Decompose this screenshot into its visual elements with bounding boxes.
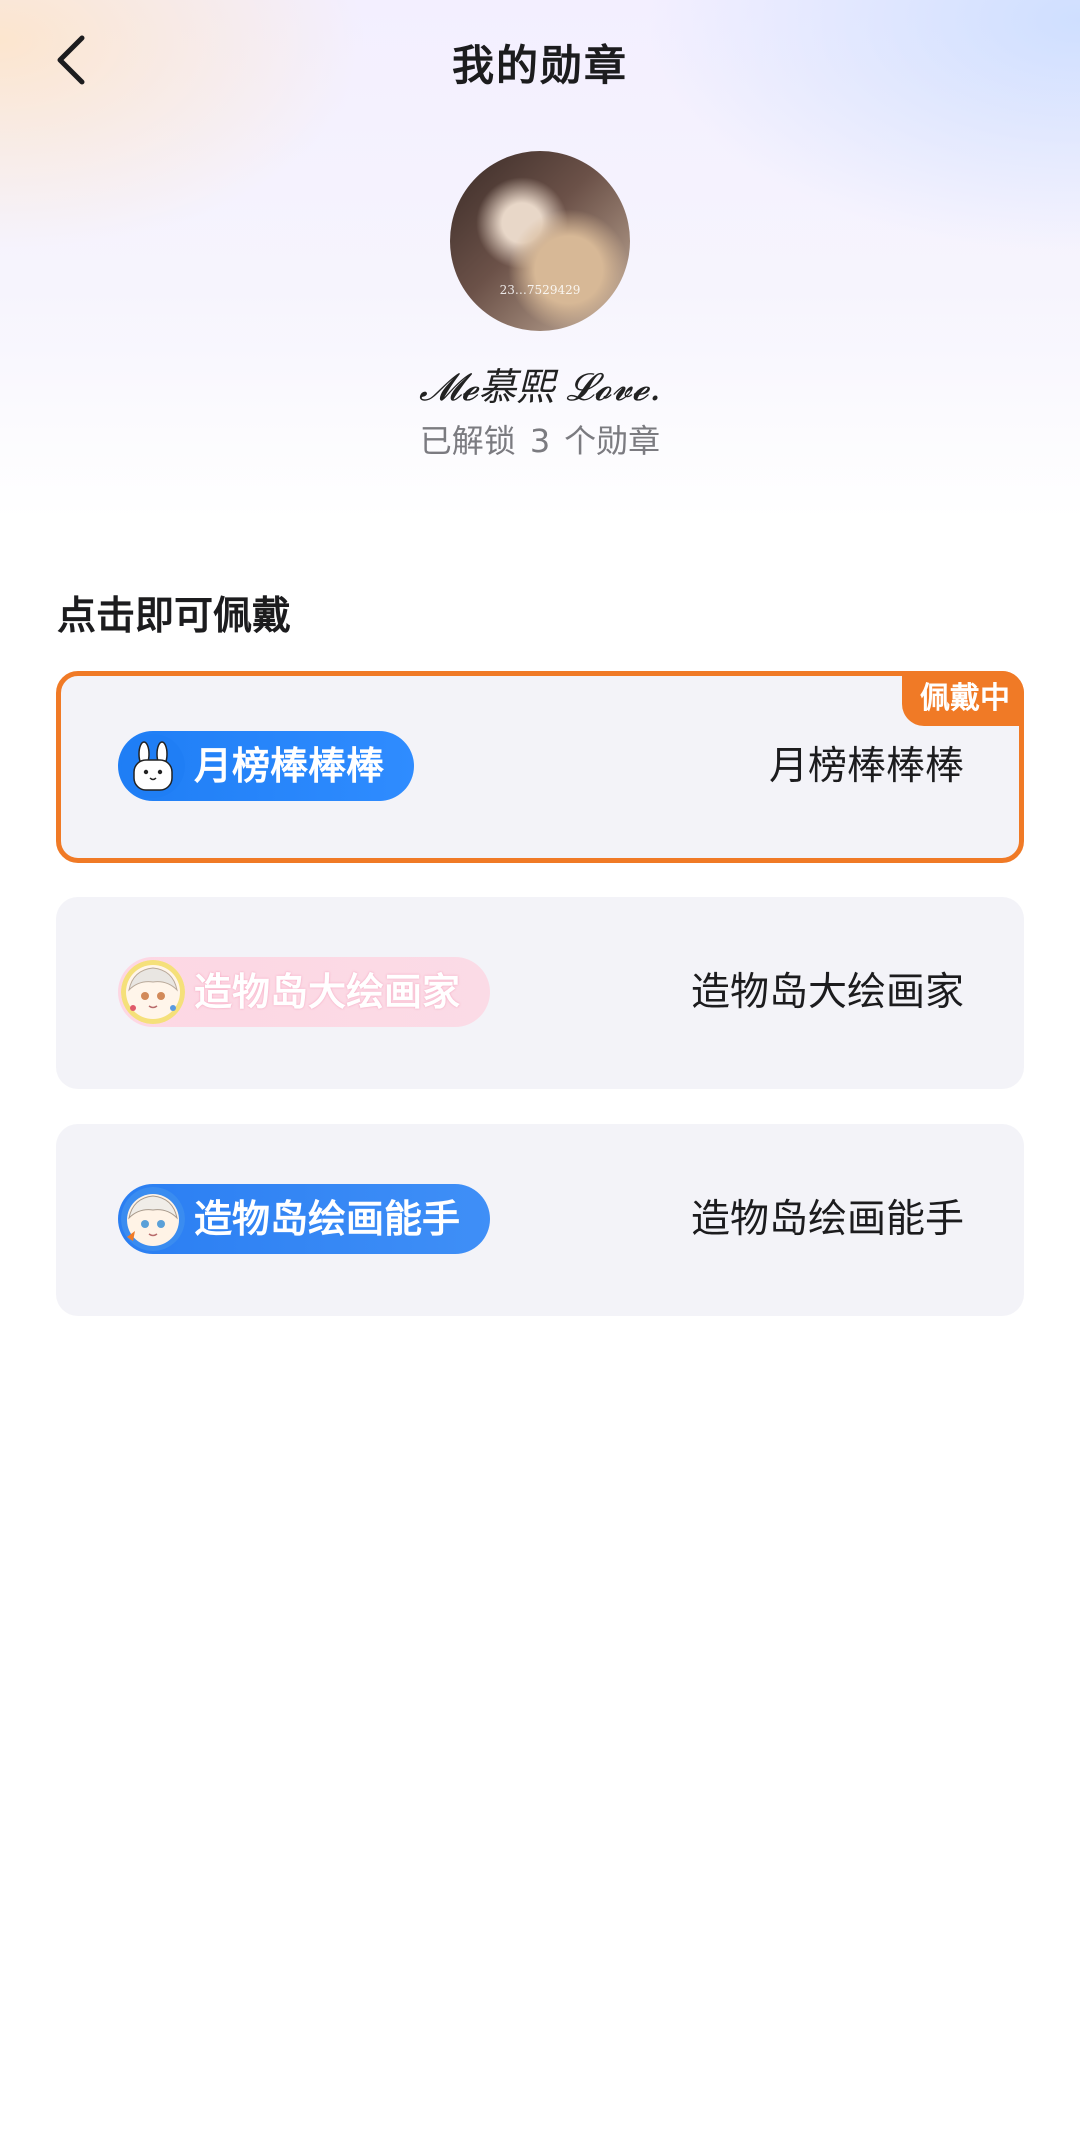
- badge-pill-text: 月榜棒棒棒: [194, 744, 385, 788]
- anime-girl-icon: [121, 960, 185, 1024]
- unlocked-count: 3: [529, 422, 551, 460]
- avatar-caption: 23…7529429: [499, 283, 581, 297]
- badge-pill-text: 造物岛大绘画家: [194, 970, 461, 1014]
- page-title: 我的勋章: [451, 41, 628, 90]
- badge-card-monthly[interactable]: 佩戴中 月榜棒棒棒 月榜棒棒棒: [56, 671, 1024, 863]
- section-title: 点击即可佩戴: [57, 594, 292, 639]
- top-bar: 我的勋章: [0, 0, 1080, 125]
- badge-name: 造物岛大绘画家: [690, 970, 964, 1015]
- avatar[interactable]: 23…7529429: [450, 151, 630, 331]
- unlocked-suffix: 个勋章: [564, 422, 661, 460]
- unlocked-count-line: 已解锁 3 个勋章: [0, 416, 1080, 462]
- unlocked-prefix: 已解锁: [419, 422, 516, 460]
- user-nickname: 𝓜𝓮慕熙 𝓛𝓸𝓿𝓮.: [418, 365, 662, 409]
- badge-name: 造物岛绘画能手: [690, 1197, 964, 1242]
- badge-pill-master-painter: 造物岛大绘画家: [118, 957, 491, 1027]
- badge-pill-monthly: 月榜棒棒棒: [118, 731, 415, 801]
- badge-card-master-painter[interactable]: 造物岛大绘画家 造物岛大绘画家: [56, 897, 1024, 1089]
- rabbit-icon: [121, 734, 185, 798]
- badge-card-skilled-painter[interactable]: 造物岛绘画能手 造物岛绘画能手: [56, 1124, 1024, 1316]
- badge-pill-text: 造物岛绘画能手: [194, 1197, 461, 1241]
- anime-girl-icon: [121, 1187, 185, 1251]
- badge-pill-skilled-painter: 造物岛绘画能手: [118, 1184, 491, 1254]
- badge-name: 月榜棒棒棒: [768, 744, 964, 789]
